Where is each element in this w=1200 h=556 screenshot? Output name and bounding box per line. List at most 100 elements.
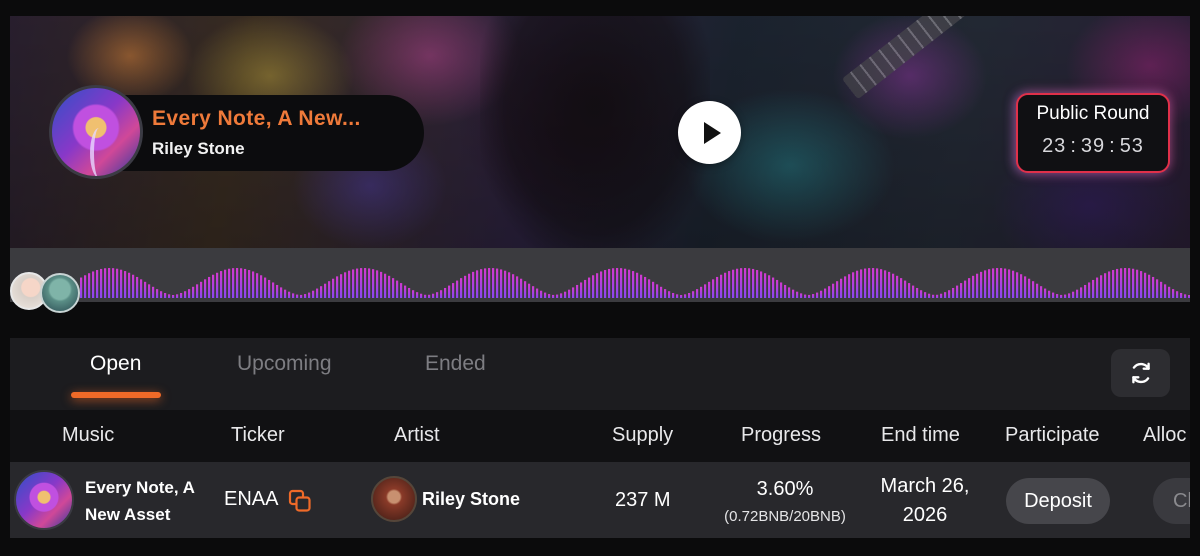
waveform-bar xyxy=(736,268,739,298)
waveform-bar xyxy=(528,283,531,298)
waveform-bar xyxy=(676,294,679,298)
waveform-bar xyxy=(140,279,143,298)
waveform-bar xyxy=(356,268,359,298)
round-label: Public Round xyxy=(1036,103,1150,124)
waveform-bar xyxy=(300,294,303,298)
deposit-button[interactable]: Deposit xyxy=(1006,478,1110,524)
waveform-bar xyxy=(848,274,851,298)
waveform-bar xyxy=(1152,276,1155,298)
waveform-bar xyxy=(920,290,923,298)
waveform-bar xyxy=(112,268,115,298)
waveform-bar xyxy=(1140,271,1143,298)
waveform-bar xyxy=(660,286,663,298)
waveform-bar xyxy=(584,279,587,298)
waveform-bar xyxy=(1120,268,1123,298)
waveform-bar xyxy=(696,289,699,298)
waveform-bar xyxy=(700,286,703,298)
ticker-symbol: ENAA xyxy=(224,488,279,510)
waveform-bar xyxy=(924,292,927,298)
waveform-bar xyxy=(156,289,159,298)
waveform-bar xyxy=(720,274,723,298)
waveform-bar xyxy=(324,283,327,298)
waveform-bar xyxy=(1040,286,1043,298)
waveform-bar xyxy=(516,276,519,298)
waveform-bar xyxy=(772,277,775,298)
refresh-icon xyxy=(1131,362,1150,384)
tab-open[interactable]: Open xyxy=(90,352,141,376)
play-button[interactable] xyxy=(678,101,741,164)
waveform-bar xyxy=(540,290,543,298)
waveform-bar xyxy=(588,277,591,298)
waveform-bar xyxy=(504,270,507,298)
waveform-bars xyxy=(80,268,1190,298)
waveform-bar xyxy=(124,271,127,298)
waveform-bar xyxy=(136,276,139,298)
waveform-bar xyxy=(1072,291,1075,298)
waveform-bar xyxy=(888,271,891,298)
waveform-bar xyxy=(600,271,603,298)
waveform-bar xyxy=(508,272,511,298)
waveform-bar xyxy=(116,268,119,298)
waveform-bar xyxy=(500,269,503,298)
waveform-bar xyxy=(388,275,391,298)
refresh-button[interactable] xyxy=(1111,349,1170,397)
waveform-bar xyxy=(872,268,875,298)
copy-icon[interactable] xyxy=(288,489,312,513)
waveform-bar xyxy=(880,269,883,298)
waveform-bar xyxy=(164,292,167,298)
waveform-bar xyxy=(428,294,431,298)
waveform-bar xyxy=(148,284,151,298)
waveform-bar xyxy=(472,271,475,298)
waveform-bar xyxy=(668,291,671,298)
artist-name[interactable]: Riley Stone xyxy=(422,489,520,510)
waveform-bar xyxy=(664,289,667,298)
waveform-bar xyxy=(964,280,967,298)
waveform-bar xyxy=(264,277,267,298)
waveform-bar xyxy=(744,268,747,298)
waveform-bar xyxy=(444,287,447,298)
waveform-bar xyxy=(1156,279,1159,298)
waveform-bar xyxy=(168,294,171,298)
waveform-bar xyxy=(1176,291,1179,298)
column-header-end-time: End time xyxy=(881,424,960,446)
waveform-bar xyxy=(1104,273,1107,298)
waveform-bar xyxy=(808,294,811,298)
tab-bar: Open Upcoming Ended xyxy=(10,338,1190,410)
tab-upcoming[interactable]: Upcoming xyxy=(237,352,332,376)
audio-waveform[interactable] xyxy=(10,248,1190,302)
waveform-bar xyxy=(392,278,395,298)
waveform-bar xyxy=(576,284,579,298)
waveform-bar xyxy=(468,273,471,298)
waveform-bar xyxy=(332,278,335,298)
tab-ended[interactable]: Ended xyxy=(425,352,486,376)
waveform-bar xyxy=(944,292,947,298)
waveform-bar xyxy=(452,283,455,298)
waveform-bar xyxy=(1004,268,1007,298)
waveform-bar xyxy=(132,274,135,298)
waveform-bar xyxy=(1144,272,1147,298)
waveform-bar xyxy=(1024,276,1027,298)
waveform-bar xyxy=(1036,283,1039,298)
waveform-bar xyxy=(1064,294,1067,298)
waveform-bar xyxy=(984,270,987,298)
waveform-bar xyxy=(900,278,903,298)
waveform-bar xyxy=(1160,281,1163,298)
waveform-bar xyxy=(1048,290,1051,298)
waveform-bar xyxy=(184,291,187,298)
song-title: Every Note, A New... xyxy=(152,107,361,130)
waveform-bar xyxy=(716,276,719,298)
waveform-bar xyxy=(564,291,567,298)
waveform-bar xyxy=(596,273,599,298)
public-round-countdown: Public Round 23:39:53 xyxy=(1016,93,1170,173)
waveform-bar xyxy=(384,273,387,298)
waveform-bar xyxy=(252,271,255,298)
waveform-bar xyxy=(236,268,239,298)
waveform-bar xyxy=(956,285,959,298)
waveform-bar xyxy=(1180,292,1183,298)
waveform-bar xyxy=(748,268,751,298)
waveform-bar xyxy=(916,287,919,298)
table-row[interactable]: Every Note, A New Asset ENAA Riley Stone… xyxy=(10,462,1200,538)
progress-percent: 3.60% xyxy=(756,478,814,500)
waveform-bar xyxy=(280,287,283,298)
waveform-bar xyxy=(552,294,555,298)
